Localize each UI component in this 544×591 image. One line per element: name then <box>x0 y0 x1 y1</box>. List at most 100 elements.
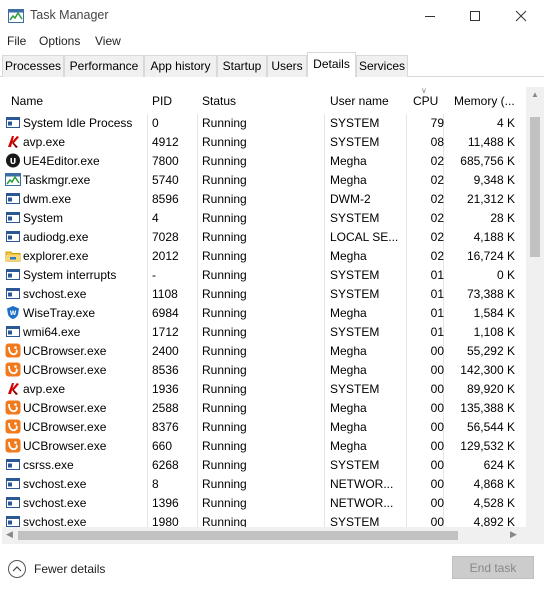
memory-cell: 55,292 K <box>466 344 515 358</box>
svg-text:U: U <box>10 157 17 166</box>
memory-cell: 16,724 K <box>466 249 515 263</box>
cpu-cell: 02 <box>430 173 444 187</box>
tab-details[interactable]: Details <box>307 52 356 77</box>
column-header-pid[interactable]: PID <box>152 94 172 108</box>
scrollbar-corner <box>526 527 544 544</box>
table-row[interactable]: dwm.exe 8596 Running DWM-2 02 21,312 K <box>2 189 526 208</box>
column-header-memory[interactable]: Memory (... <box>454 94 515 108</box>
table-row[interactable]: UCBrowser.exe 8376 Running Megha 00 56,544 K <box>2 417 526 436</box>
scroll-left-icon[interactable]: ◀ <box>6 529 13 540</box>
memory-cell: 73,388 K <box>466 287 515 301</box>
pid-cell: 4 <box>152 211 159 225</box>
table-row[interactable]: svchost.exe 1108 Running SYSTEM 01 73,388 K <box>2 284 526 303</box>
table-row[interactable]: UCBrowser.exe 2400 Running Megha 00 55,292 K <box>2 341 526 360</box>
table-row[interactable]: avp.exe 4912 Running SYSTEM 08 11,488 K <box>2 132 526 151</box>
horizontal-scrollbar[interactable]: ◀ ▶ <box>2 527 526 544</box>
table-row[interactable]: UCBrowser.exe 8536 Running Megha 00 142,300 K <box>2 360 526 379</box>
horizontal-scroll-thumb[interactable] <box>18 531 458 540</box>
table-row[interactable]: Taskmgr.exe 5740 Running Megha 02 9,348 K <box>2 170 526 189</box>
table-row[interactable]: svchost.exe 1980 Running SYSTEM 00 4,892 K <box>2 512 526 527</box>
ucbrowser-icon <box>5 343 21 358</box>
table-row[interactable]: UCBrowser.exe 660 Running Megha 00 129,532 K <box>2 436 526 455</box>
user-name-cell: Megha <box>330 173 367 187</box>
menu-view[interactable]: View <box>95 34 121 48</box>
ucbrowser-icon <box>5 419 21 434</box>
status-cell: Running <box>202 192 247 206</box>
user-name-cell: SYSTEM <box>330 135 380 149</box>
cpu-cell: 00 <box>430 382 444 396</box>
user-name-cell: NETWOR... <box>330 496 394 510</box>
menu-bar: File Options View <box>0 31 544 51</box>
maximize-button[interactable] <box>452 0 498 31</box>
cpu-cell: 01 <box>430 325 444 339</box>
tab-startup[interactable]: Startup <box>217 55 267 77</box>
table-row[interactable]: svchost.exe 8 Running NETWOR... 00 4,868 K <box>2 474 526 493</box>
table-row[interactable]: audiodg.exe 7028 Running LOCAL SE... 02 4,188… <box>2 227 526 246</box>
svg-text:W: W <box>10 310 17 317</box>
memory-cell: 142,300 K <box>460 363 515 377</box>
tab-performance[interactable]: Performance <box>64 55 144 77</box>
pid-cell: - <box>152 268 156 282</box>
process-name-cell: svchost.exe <box>23 515 87 527</box>
column-header-cpu[interactable]: CPU <box>413 94 438 108</box>
end-task-button[interactable]: End task <box>452 556 534 579</box>
process-name-cell: wmi64.exe <box>23 325 81 339</box>
table-row[interactable]: wmi64.exe 1712 Running SYSTEM 01 1,108 K <box>2 322 526 341</box>
table-row[interactable]: System 4 Running SYSTEM 02 28 K <box>2 208 526 227</box>
process-name-cell: svchost.exe <box>23 287 87 301</box>
unreal-icon: U <box>5 153 21 168</box>
pid-cell: 7800 <box>152 154 179 168</box>
column-header-user-name[interactable]: User name <box>330 94 389 108</box>
window-icon <box>5 324 21 339</box>
pid-cell: 6268 <box>152 458 179 472</box>
table-row[interactable]: System interrupts - Running SYSTEM 01 0 K <box>2 265 526 284</box>
memory-cell: 21,312 K <box>466 192 515 206</box>
cpu-cell: 02 <box>430 230 444 244</box>
column-header-status[interactable]: Status <box>202 94 236 108</box>
user-name-cell: Megha <box>330 154 367 168</box>
pid-cell: 2400 <box>152 344 179 358</box>
table-row[interactable]: avp.exe 1936 Running SYSTEM 00 89,920 K <box>2 379 526 398</box>
pid-cell: 1712 <box>152 325 179 339</box>
process-name-cell: UE4Editor.exe <box>23 154 100 168</box>
cpu-cell: 01 <box>430 306 444 320</box>
status-cell: Running <box>202 401 247 415</box>
menu-file[interactable]: File <box>7 34 26 48</box>
table-row[interactable]: svchost.exe 1396 Running NETWOR... 00 4,528 K <box>2 493 526 512</box>
minimize-button[interactable] <box>407 0 453 31</box>
table-row[interactable]: W WiseTray.exe 6984 Running Megha 01 1,584 K <box>2 303 526 322</box>
pid-cell: 8376 <box>152 420 179 434</box>
table-row[interactable]: UCBrowser.exe 2588 Running Megha 00 135,388 K <box>2 398 526 417</box>
ucbrowser-icon <box>5 438 21 453</box>
pid-cell: 1396 <box>152 496 179 510</box>
cpu-cell: 02 <box>430 211 444 225</box>
column-header-name[interactable]: Name <box>11 94 43 108</box>
table-row[interactable]: explorer.exe 2012 Running Megha 02 16,724 K <box>2 246 526 265</box>
cpu-cell: 00 <box>430 477 444 491</box>
status-cell: Running <box>202 230 247 244</box>
scroll-right-icon[interactable]: ▶ <box>510 529 517 540</box>
status-cell: Running <box>202 344 247 358</box>
tab-processes[interactable]: Processes <box>2 55 64 77</box>
memory-cell: 4,528 K <box>473 496 515 510</box>
menu-options[interactable]: Options <box>39 34 80 48</box>
window-icon <box>5 457 21 472</box>
table-row[interactable]: System Idle Process 0 Running SYSTEM 79 4 K <box>2 113 526 132</box>
cpu-cell: 08 <box>430 135 444 149</box>
vertical-scrollbar[interactable]: ▲ <box>526 87 544 527</box>
status-cell: Running <box>202 382 247 396</box>
status-cell: Running <box>202 268 247 282</box>
vertical-scroll-thumb[interactable] <box>530 117 540 257</box>
fewer-details-button[interactable]: Fewer details <box>8 558 105 580</box>
scroll-up-icon[interactable]: ▲ <box>531 90 539 99</box>
process-name-cell: dwm.exe <box>23 192 72 206</box>
cpu-cell: 02 <box>430 154 444 168</box>
tab-users[interactable]: Users <box>267 55 307 77</box>
tab-services[interactable]: Services <box>356 55 408 77</box>
window-icon <box>5 229 21 244</box>
table-row[interactable]: U UE4Editor.exe 7800 Running Megha 02 685,756 … <box>2 151 526 170</box>
close-button[interactable] <box>498 0 544 31</box>
table-row[interactable]: csrss.exe 6268 Running SYSTEM 00 624 K <box>2 455 526 474</box>
status-cell: Running <box>202 325 247 339</box>
tab-app-history[interactable]: App history <box>144 55 217 77</box>
